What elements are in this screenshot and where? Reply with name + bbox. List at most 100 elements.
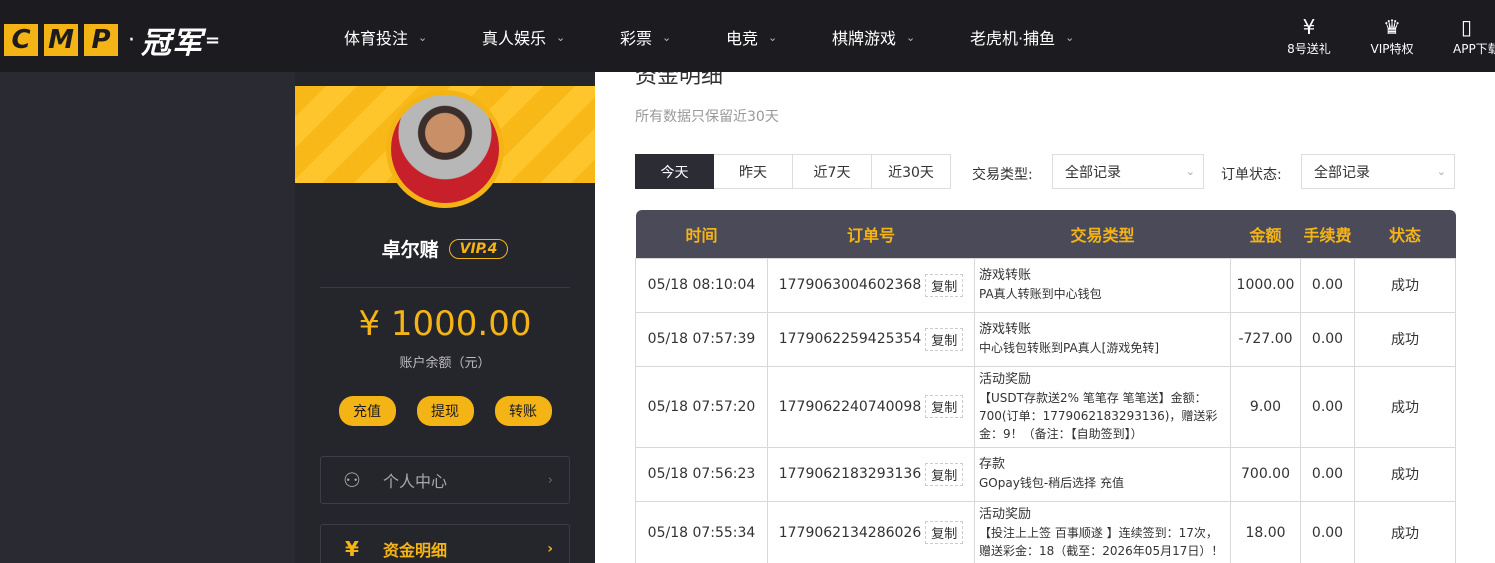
transaction-type-select[interactable]: 全部记录 ⌄ [1052,154,1204,189]
order-id: 1779063004602368 [778,277,922,293]
cell-time: 05/18 07:57:20 [635,365,768,448]
tab-last-30-days[interactable]: 近30天 [872,154,951,189]
user-sidebar: 卓尔赌 VIP.4 ¥ 1000.00 账户余额（元） 充值 提现 转账 ⚇ 个… [295,72,595,563]
chevron-down-icon: ⌄ [906,30,916,44]
cell-type: 游戏转账 PA真人转账到中心钱包 [974,257,1231,313]
nav-item-label: 电竞 [726,29,759,48]
user-icon: ⚇ [343,468,361,492]
column-header-fee: 手续费 [1300,210,1355,258]
column-header-amount: 金额 [1230,210,1301,258]
transfer-button[interactable]: 转账 [494,396,552,426]
type-description: GOpay钱包-稍后选择 充值 [979,476,1124,490]
table-row: 05/18 07:57:39 1779062259425354 复制 游戏转账 中心… [635,311,1456,367]
status-badge: 成功 [1354,500,1456,563]
cell-type: 活动奖励【USDT存款送2% 笔笔存 笔笔送】金额：700(订单：1779062… [974,365,1231,448]
top-navigation-bar: C M P · 冠军 = 体育投注 ⌄ 真人娱乐 ⌄ 彩票 ⌄ 电竞 ⌄ 棋牌游戏 ⌄ 老… [0,0,1495,72]
gift-promo-link[interactable]: ¥ 8号送礼 [1269,14,1349,57]
vip-privilege-link[interactable]: ♛ VIP特权 [1352,14,1432,57]
status-badge: 成功 [1354,311,1456,367]
cell-time: 05/18 07:56:23 [635,446,768,502]
user-name: 卓尔赌 [381,239,439,261]
type-description: PA真人转账到中心钱包 [979,287,1102,301]
app-download-link[interactable]: ▯ APP下载 [1437,14,1495,57]
withdraw-button[interactable]: 提现 [416,396,474,426]
order-status-select[interactable]: 全部记录 ⌄ [1301,154,1455,189]
logo-letter: P [84,24,118,56]
copy-button[interactable]: 复制 [925,327,964,351]
chevron-down-icon: ⌄ [1065,30,1075,44]
logo-text: 冠军 [141,26,203,61]
left-background [0,72,295,563]
tab-today[interactable]: 今天 [635,154,714,189]
sidebar-item-label: 资金明细 [383,541,448,560]
logo-letter: C [4,24,38,56]
type-title: 游戏转账 [979,322,1032,337]
deposit-button[interactable]: 充值 [338,396,396,426]
nav-item-slots-fishing[interactable]: 老虎机·捕鱼 ⌄ [970,25,1074,49]
cell-amount: 9.00 [1230,365,1301,448]
tab-yesterday[interactable]: 昨天 [714,154,793,189]
page-title-text: 资金明细 [635,72,724,86]
sidebar-item-label: 个人中心 [383,472,448,491]
date-range-tabs: 今天 昨天 近7天 近30天 [635,154,951,189]
copy-button[interactable]: 复制 [925,395,964,418]
order-status-label: 订单状态: [1221,167,1282,183]
sidebar-item-personal-center[interactable]: ⚇ 个人中心 › [320,456,570,504]
chevron-down-icon: ⌄ [1185,165,1195,178]
table-header-row: 时间 订单号 交易类型 金额 手续费 状态 [635,210,1456,258]
type-title: 活动奖励 [979,371,1032,387]
status-badge: 成功 [1354,257,1456,313]
copy-button[interactable]: 复制 [925,521,964,544]
chevron-right-icon: › [547,472,553,488]
transaction-type-label: 交易类型: [972,167,1033,183]
tab-last-7-days[interactable]: 近7天 [793,154,872,189]
cell-amount: 1000.00 [1230,257,1301,313]
type-title: 活动奖励 [979,506,1032,522]
sidebar-item-fund-details[interactable]: ¥ 资金明细 › [320,524,570,563]
cell-fee: 0.00 [1300,446,1355,502]
nav-item-label: 体育投注 [344,29,409,48]
transactions-table: 时间 订单号 交易类型 金额 手续费 状态 05/18 08:10:04 177… [635,210,1456,563]
order-id: 1779062259425354 [778,331,922,347]
column-header-time: 时间 [635,210,768,258]
nav-item-sports[interactable]: 体育投注 ⌄ [344,25,427,49]
nav-item-live-casino[interactable]: 真人娱乐 ⌄ [482,25,565,49]
chevron-right-icon: › [547,541,553,557]
copy-button[interactable]: 复制 [925,273,964,297]
tool-label: APP下载 [1453,42,1495,56]
page-title: 资金明细 [635,72,723,86]
nav-item-card-games[interactable]: 棋牌游戏 ⌄ [832,25,915,49]
cell-amount: -727.00 [1230,311,1301,367]
cell-fee: 0.00 [1300,311,1355,367]
order-id: 1779062240740098 [778,398,922,415]
order-id: 1779062183293136 [778,466,922,482]
cell-order: 1779062240740098 复制 [767,365,975,448]
gift-ticket-icon: ¥ [1302,15,1316,39]
cell-time: 05/18 08:10:04 [635,257,768,313]
nav-item-label: 彩票 [620,29,653,48]
cell-amount: 18.00 [1230,500,1301,563]
select-value: 全部记录 [1065,164,1121,181]
logo[interactable]: C M P · 冠军 = [4,18,220,62]
divider [320,287,570,288]
nav-item-lottery[interactable]: 彩票 ⌄ [620,25,671,49]
cell-fee: 0.00 [1300,500,1355,563]
logo-tail: = [205,29,221,51]
chevron-down-icon: ⌄ [768,30,778,44]
cell-type: 存款 GOpay钱包-稍后选择 充值 [974,446,1231,502]
order-id: 1779062134286026 [778,524,922,541]
avatar[interactable] [386,90,504,208]
nav-item-esports[interactable]: 电竞 ⌄ [726,25,777,49]
status-badge: 成功 [1354,446,1456,502]
chevron-down-icon: ⌄ [556,30,566,44]
account-actions: 充值 提现 转账 [295,396,595,426]
yen-circle-icon: ¥ [345,537,359,561]
vip-badge: VIP.4 [448,238,509,259]
copy-button[interactable]: 复制 [925,462,964,486]
balance-label: 账户余额（元） [399,356,491,371]
table-row: 05/18 07:55:34 1779062134286026 复制 活动奖励 【投… [635,500,1456,563]
cell-amount: 700.00 [1230,446,1301,502]
cell-order: 1779062134286026 复制 [767,500,975,563]
nav-item-label: 老虎机·捕鱼 [970,29,1056,48]
type-description: 【USDT存款送2% 笔笔存 笔笔送】金额：700(订单：17790621832… [979,390,1218,441]
